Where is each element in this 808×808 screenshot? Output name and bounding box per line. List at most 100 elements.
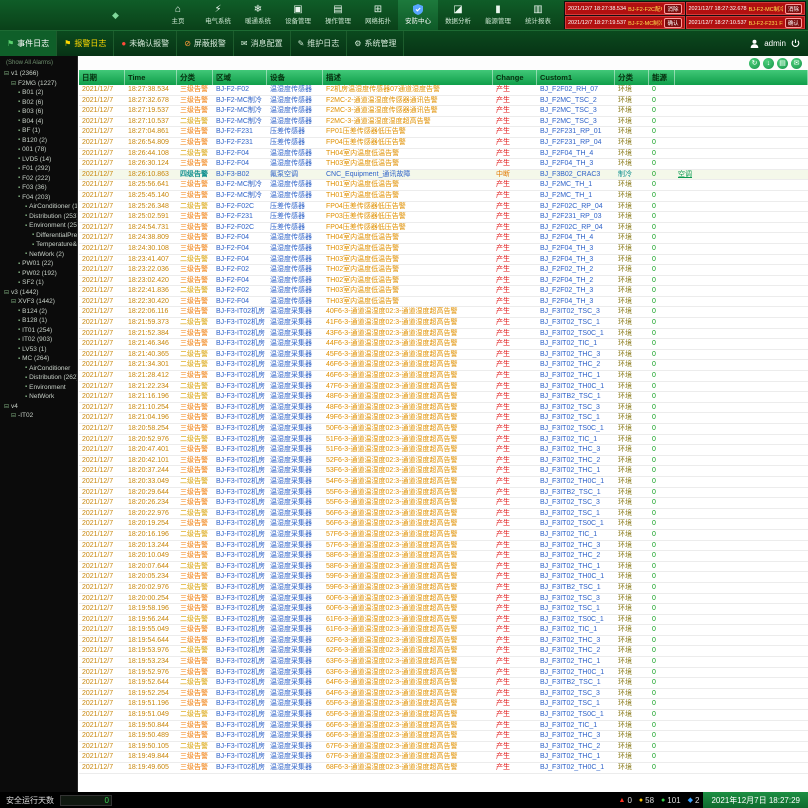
table-row[interactable]: 2021/12/718:19:49.844三级告警BJ-F3-IT02机房温湿度… <box>79 752 808 763</box>
table-row[interactable]: 2021/12/718:22:06.116三级告警BJ-F3-IT02机房温湿度… <box>79 307 808 318</box>
nav-item-security[interactable]: 安防中心 <box>398 0 438 30</box>
table-row[interactable]: 2021/12/718:27:19.537三级告警BJ-F2-MC制冷温湿度传感… <box>79 106 808 117</box>
tree-item[interactable]: ⊟-IT02 <box>0 411 77 421</box>
tree-item[interactable]: ▪001 (78) <box>0 145 77 155</box>
table-row[interactable]: 2021/12/718:22:30.420三级告警BJ-F2-F04温湿度传感器… <box>79 297 808 308</box>
show-all-alarms-note[interactable]: (Show All Alarms) <box>0 56 77 69</box>
tab-message-config[interactable]: ✉消息配置 <box>234 31 291 57</box>
tree-item[interactable]: ▪AirConditioner <box>0 364 77 374</box>
table-row[interactable]: 2021/12/718:19:52.254三级告警BJ-F3-IT02机房温湿度… <box>79 689 808 700</box>
tree-item[interactable]: ▪MC (264) <box>0 354 77 364</box>
table-row[interactable]: 2021/12/718:21:40.365二级告警BJ-F3-IT02机房温湿度… <box>79 350 808 361</box>
tree-item[interactable]: ▪SF2 (1) <box>0 278 77 288</box>
ticker-action-button[interactable]: 确认 <box>664 18 681 28</box>
table-row[interactable]: 2021/12/718:19:49.605三级告警BJ-F3-IT02机房温湿度… <box>79 763 808 774</box>
table-row[interactable]: 2021/12/718:27:38.534三级告警BJ-F2-F02温湿度传感器… <box>79 85 808 96</box>
tab-event-log[interactable]: ⚑事件日志 <box>0 31 57 57</box>
tree-item[interactable]: ▪F04 (203) <box>0 193 77 203</box>
tree-item[interactable]: ⊟v1 (2366) <box>0 69 77 79</box>
ticker-item[interactable]: 2021/12/7 18:27:38.534BJ-F2-F2C配电 F2机房温湿… <box>565 2 685 15</box>
table-row[interactable]: 2021/12/718:24:38.809三级告警BJ-F2-F04温湿度传感器… <box>79 233 808 244</box>
ticker-action-button[interactable]: 确认 <box>785 18 802 28</box>
ticker-item[interactable]: 2021/12/7 18:27:32.678BJ-F2-MC制冷 F2MC-2-… <box>686 2 806 15</box>
tree-item[interactable]: ▪Temperature&Humidity <box>0 240 77 250</box>
table-row[interactable]: 2021/12/718:25:56.641三级告警BJ-F2-MC制冷温湿度传感… <box>79 180 808 191</box>
table-row[interactable]: 2021/12/718:21:46.346三级告警BJ-F3-IT02机房温湿度… <box>79 339 808 350</box>
tree-item[interactable]: ▪BF (1) <box>0 126 77 136</box>
table-row[interactable]: 2021/12/718:24:54.731三级告警BJ-F2-F02C压差传感器… <box>79 223 808 234</box>
nav-item-network[interactable]: ⊞网络拓扑 <box>358 0 398 30</box>
table-row[interactable]: 2021/12/718:26:44.108二级告警BJ-F2-F04温湿度传感器… <box>79 149 808 160</box>
table-row[interactable]: 2021/12/718:19:53.976二级告警BJ-F3-IT02机房温湿度… <box>79 646 808 657</box>
power-icon[interactable] <box>791 39 800 48</box>
table-row[interactable]: 2021/12/718:20:10.049三级告警BJ-F3-IT02机房温湿度… <box>79 551 808 562</box>
table-row[interactable]: 2021/12/718:20:22.976二级告警BJ-F3-IT02机房温湿度… <box>79 509 808 520</box>
table-row[interactable]: 2021/12/718:20:26.234三级告警BJ-F3-IT02机房温湿度… <box>79 498 808 509</box>
tree-item[interactable]: ▪NetWork (2) <box>0 250 77 260</box>
tree-item[interactable]: ▪Distribution (253) <box>0 212 77 222</box>
tree-item[interactable]: ▪Environment (253) <box>0 221 77 231</box>
tree-item[interactable]: ⊟F2MG (1227) <box>0 79 77 89</box>
table-row[interactable]: 2021/12/718:21:04.196三级告警BJ-F3-IT02机房温湿度… <box>79 413 808 424</box>
nav-item-hvac[interactable]: ❄暖通系统 <box>238 0 278 30</box>
nav-item-home[interactable]: ⌂主页 <box>158 0 198 30</box>
tab-alarm-log[interactable]: ⚑报警日志 <box>57 31 114 57</box>
table-row[interactable]: 2021/12/718:19:50.844三级告警BJ-F3-IT02机房温湿度… <box>79 721 808 732</box>
table-row[interactable]: 2021/12/718:19:50.105二级告警BJ-F3-IT02机房温湿度… <box>79 742 808 753</box>
table-row[interactable]: 2021/12/718:21:10.254三级告警BJ-F3-IT02机房温湿度… <box>79 403 808 414</box>
table-row[interactable]: 2021/12/718:21:34.301二级告警BJ-F3-IT02机房温湿度… <box>79 360 808 371</box>
table-row[interactable]: 2021/12/718:20:52.976二级告警BJ-F3-IT02机房温湿度… <box>79 435 808 446</box>
table-row[interactable]: 2021/12/718:19:58.196三级告警BJ-F3-IT02机房温湿度… <box>79 604 808 615</box>
table-row[interactable]: 2021/12/718:19:55.049三级告警BJ-F3-IT02机房温湿度… <box>79 625 808 636</box>
tree-item[interactable]: ⊟XVF3 (1442) <box>0 297 77 307</box>
tree-item[interactable]: ▪LV53 (1) <box>0 345 77 355</box>
table-row[interactable]: 2021/12/718:27:04.861三级告警BJ-F2-F231压差传感器… <box>79 127 808 138</box>
table-row[interactable]: 2021/12/718:19:54.644三级告警BJ-F3-IT02机房温湿度… <box>79 636 808 647</box>
table-row[interactable]: 2021/12/718:21:59.373二级告警BJ-F3-IT02机房温湿度… <box>79 318 808 329</box>
tab-system-mgmt[interactable]: ⚙系统管理 <box>347 31 404 57</box>
table-row[interactable]: 2021/12/718:25:26.348二级告警BJ-F2-F02C压差传感器… <box>79 202 808 213</box>
table-row[interactable]: 2021/12/718:20:02.976二级告警BJ-F3-IT02机房温湿度… <box>79 583 808 594</box>
nav-item-equipment[interactable]: ▣设备管理 <box>278 0 318 30</box>
table-row[interactable]: 2021/12/718:20:33.049二级告警BJ-F3-IT02机房温湿度… <box>79 477 808 488</box>
table-row[interactable]: 2021/12/718:20:19.254三级告警BJ-F3-IT02机房温湿度… <box>79 519 808 530</box>
table-row[interactable]: 2021/12/718:26:30.124三级告警BJ-F2-F04温湿度传感器… <box>79 159 808 170</box>
tree-item[interactable]: ▪AirConditioner (10) <box>0 202 77 212</box>
table-row[interactable]: 2021/12/718:21:22.234二级告警BJ-F3-IT02机房温湿度… <box>79 382 808 393</box>
tree-item[interactable]: ▪B04 (4) <box>0 117 77 127</box>
tree-item[interactable]: ▪B128 (1) <box>0 316 77 326</box>
tree-item[interactable]: ▪PW01 (22) <box>0 259 77 269</box>
table-row[interactable]: 2021/12/718:25:02.591三级告警BJ-F2-F231压差传感器… <box>79 212 808 223</box>
table-row[interactable]: 2021/12/718:20:58.254三级告警BJ-F3-IT02机房温湿度… <box>79 424 808 435</box>
tree-item[interactable]: ▪F01 (292) <box>0 164 77 174</box>
tree-item[interactable]: ▪B120 (2) <box>0 136 77 146</box>
table-row[interactable]: 2021/12/718:20:29.644三级告警BJ-F3-IT02机房温湿度… <box>79 488 808 499</box>
tree-item[interactable]: ▪F03 (36) <box>0 183 77 193</box>
table-row[interactable]: 2021/12/718:23:41.407二级告警BJ-F2-F04温湿度传感器… <box>79 255 808 266</box>
table-row[interactable]: 2021/12/718:19:52.644二级告警BJ-F3-IT02机房温湿度… <box>79 678 808 689</box>
table-row[interactable]: 2021/12/718:21:52.384三级告警BJ-F3-IT02机房温湿度… <box>79 329 808 340</box>
table-row[interactable]: 2021/12/718:19:51.049二级告警BJ-F3-IT02机房温湿度… <box>79 710 808 721</box>
table-row[interactable]: 2021/12/718:26:10.863四级告警BJ-F3-B02氟泵空调CN… <box>79 170 808 181</box>
tree-item[interactable]: ▪PW02 (192) <box>0 269 77 279</box>
tree-item[interactable]: ▪F02 (222) <box>0 174 77 184</box>
table-row[interactable]: 2021/12/718:19:53.234三级告警BJ-F3-IT02机房温湿度… <box>79 657 808 668</box>
ticker-item[interactable]: 2021/12/7 18:27:10.537BJ-F2-F231 FP01压差传… <box>686 16 806 29</box>
table-row[interactable]: 2021/12/718:27:32.678三级告警BJ-F2-MC制冷温湿度传感… <box>79 96 808 107</box>
tree-item[interactable]: ▪IT01 (254) <box>0 326 77 336</box>
tab-mask-alarms[interactable]: ⊘屏蔽报警 <box>177 31 234 57</box>
table-row[interactable]: 2021/12/718:24:30.108三级告警BJ-F2-F04温湿度传感器… <box>79 244 808 255</box>
table-row[interactable]: 2021/12/718:20:37.244三级告警BJ-F3-IT02机房温湿度… <box>79 466 808 477</box>
tab-maintenance-log[interactable]: ✎维护日志 <box>291 31 348 57</box>
table-row[interactable]: 2021/12/718:23:22.036三级告警BJ-F2-F02温湿度传感器… <box>79 265 808 276</box>
mail-icon[interactable]: ✉ <box>791 58 802 69</box>
nav-item-analytics[interactable]: ◪数据分析 <box>438 0 478 30</box>
export-icon[interactable]: ▤ <box>777 58 788 69</box>
table-row[interactable]: 2021/12/718:19:50.489三级告警BJ-F3-IT02机房温湿度… <box>79 731 808 742</box>
table-row[interactable]: 2021/12/718:19:52.976三级告警BJ-F3-IT02机房温湿度… <box>79 668 808 679</box>
ticker-action-button[interactable]: 消除 <box>785 4 802 14</box>
refresh-icon[interactable]: ↻ <box>749 58 760 69</box>
table-row[interactable]: 2021/12/718:20:42.101三级告警BJ-F3-IT02机房温湿度… <box>79 456 808 467</box>
table-row[interactable]: 2021/12/718:20:07.644二级告警BJ-F3-IT02机房温湿度… <box>79 562 808 573</box>
table-row[interactable]: 2021/12/718:20:13.244三级告警BJ-F3-IT02机房温湿度… <box>79 541 808 552</box>
